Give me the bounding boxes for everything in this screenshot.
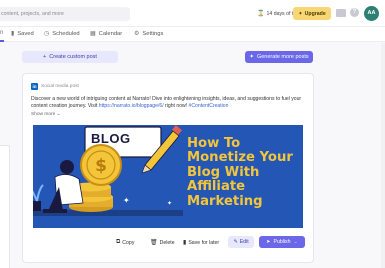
- copy-icon: ⧉: [116, 239, 121, 245]
- tab-settings[interactable]: ⚙ Settings: [134, 30, 164, 38]
- main-content: + Create custom post ✦ Generate more pos…: [0, 43, 385, 268]
- bookmark-icon: ▮: [11, 31, 15, 37]
- dollar-coin-icon: $: [80, 144, 122, 186]
- edit-label: Edit: [239, 239, 249, 245]
- side-panel-edge: [0, 145, 10, 268]
- tab-label: Calendar: [98, 30, 123, 37]
- post-image: $ ✦ ✦ BLOG How To Monetize Your Blog Wit…: [33, 125, 303, 228]
- tab-label: Settings: [142, 30, 164, 37]
- sparkle-icon: ✦: [298, 10, 303, 17]
- app-root: content, projects, and more ⌛ 14 days of…: [0, 0, 385, 268]
- tab-label: Saved: [17, 30, 34, 37]
- post-actions: ⧉ Copy 🗑 Delete ▮ Save for later ✎ Edit …: [23, 235, 315, 251]
- send-icon: ➤: [266, 239, 271, 245]
- delete-button[interactable]: 🗑 Delete: [150, 239, 175, 247]
- tab-scheduled[interactable]: ◷ Scheduled: [44, 30, 80, 38]
- post-hashtag[interactable]: #ContentCreation: [189, 103, 229, 109]
- tab-saved[interactable]: ▮ Saved: [11, 30, 34, 38]
- pencil-icon: ✎: [233, 239, 238, 245]
- svg-text:✦: ✦: [167, 200, 172, 207]
- copy-button[interactable]: ⧉ Copy: [116, 239, 134, 246]
- gear-icon: ⚙: [134, 31, 140, 37]
- image-headline: How To Monetize Your Blog With Affiliate…: [187, 136, 293, 209]
- show-more-label: Show more: [31, 112, 56, 117]
- post-card-header: in Social media post: [31, 83, 79, 90]
- publish-label: Publish: [273, 239, 291, 245]
- tab-bar: n ▮ Saved ◷ Scheduled ▦ Calendar ⚙ Setti…: [0, 27, 385, 42]
- posts-icon: n: [0, 30, 4, 36]
- show-more-link[interactable]: Show more ⌄: [31, 112, 61, 117]
- calendar-icon: ▦: [90, 31, 96, 37]
- search-input[interactable]: content, projects, and more: [0, 7, 130, 21]
- create-label: Create custom post: [49, 54, 97, 60]
- tab-posts[interactable]: n: [0, 30, 3, 36]
- trash-icon: 🗑: [150, 240, 158, 246]
- chevron-down-icon[interactable]: ⌄: [294, 239, 298, 245]
- generate-more-posts-button[interactable]: ✦ Generate more posts: [245, 51, 313, 63]
- upgrade-label: Upgrade: [304, 10, 326, 17]
- post-card: in Social media post Discover a new worl…: [22, 73, 314, 263]
- publish-button[interactable]: ➤ Publish ⌄: [259, 236, 305, 248]
- post-text-after: right now!: [163, 103, 189, 110]
- active-tab-indicator: [0, 40, 4, 42]
- tab-calendar[interactable]: ▦ Calendar: [90, 30, 123, 38]
- edit-button[interactable]: ✎ Edit: [228, 236, 254, 248]
- tab-label: Scheduled: [52, 30, 80, 37]
- blog-sign-text: BLOG: [91, 131, 131, 146]
- svg-text:✦: ✦: [123, 196, 130, 205]
- mail-icon[interactable]: [336, 9, 346, 17]
- generate-label: Generate more posts: [256, 54, 309, 60]
- help-icon[interactable]: ?: [350, 8, 359, 17]
- hourglass-icon: ⌛: [257, 11, 265, 17]
- post-link[interactable]: https://narrato.io/blogpage/6/: [99, 103, 164, 109]
- create-custom-post-button[interactable]: + Create custom post: [22, 51, 118, 63]
- avatar[interactable]: AA: [364, 6, 379, 21]
- upgrade-button[interactable]: ✦ Upgrade: [293, 7, 331, 20]
- save-label: Save for later: [188, 239, 220, 246]
- scrollbar[interactable]: [381, 43, 385, 268]
- plus-icon: +: [43, 54, 47, 60]
- save-for-later-button[interactable]: ▮ Save for later: [183, 239, 220, 247]
- plant-decoration: [33, 184, 44, 211]
- post-body: Discover a new world of intriguing conte…: [31, 96, 307, 111]
- bookmark-icon: ▮: [183, 240, 187, 246]
- copy-label: Copy: [122, 239, 135, 246]
- top-bar: content, projects, and more ⌛ 14 days of…: [0, 0, 385, 27]
- chevron-down-icon: ⌄: [56, 112, 61, 117]
- clock-icon: ◷: [44, 31, 50, 37]
- sparkle-icon: ✦: [249, 54, 254, 60]
- coin-symbol: $: [95, 156, 107, 176]
- delete-label: Delete: [159, 239, 175, 246]
- post-type-label: Social media post: [41, 84, 79, 89]
- linkedin-icon: in: [31, 83, 38, 90]
